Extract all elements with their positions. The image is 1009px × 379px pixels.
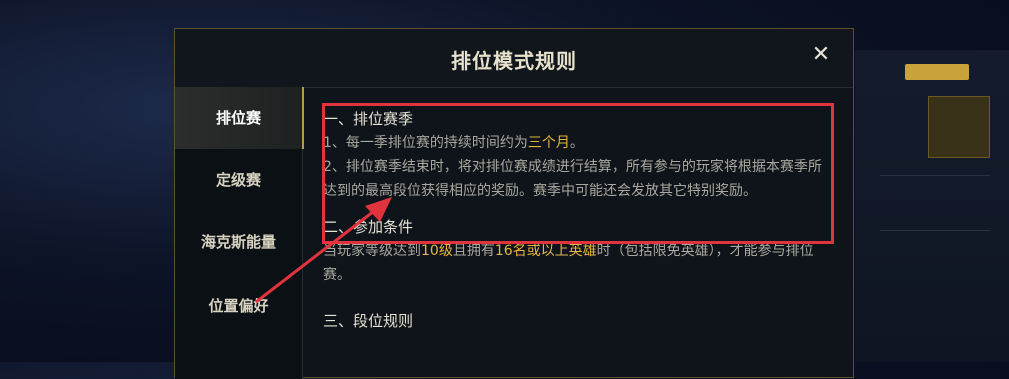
rules-modal: 排位模式规则 ✕ 排位赛 定级赛 海克斯能量 位置偏好 一、排位赛季 1、每一季… bbox=[174, 28, 854, 379]
rule-paragraph: 2、排位赛季结束时，将对排位赛成绩进行结算，所有参与的玩家将根据本赛季所达到的最… bbox=[323, 159, 822, 199]
modal-title: 排位模式规则 bbox=[451, 49, 577, 73]
modal-header: 排位模式规则 ✕ bbox=[175, 29, 853, 88]
sidebar-item-ranked[interactable]: 排位赛 bbox=[175, 87, 304, 149]
rule-paragraph: 当玩家等级达到10级且拥有16名或以上英雄时（包括限免英雄），才能参与排位赛。 bbox=[323, 243, 814, 283]
section-title-ranked-season: 一、排位赛季 bbox=[323, 110, 414, 128]
sidebar-item-position-preference[interactable]: 位置偏好 bbox=[175, 275, 302, 337]
rules-content: 一、排位赛季 1、每一季排位赛的持续时间约为三个月。 2、排位赛季结束时，将对排… bbox=[323, 107, 833, 333]
rules-sidebar: 排位赛 定级赛 海克斯能量 位置偏好 bbox=[175, 87, 304, 379]
sidebar-item-placement[interactable]: 定级赛 bbox=[175, 149, 302, 211]
highlight-text: 16名或以上英雄 bbox=[494, 243, 597, 259]
background-divider bbox=[880, 230, 990, 231]
background-divider bbox=[880, 175, 990, 176]
rule-paragraph: 1、每一季排位赛的持续时间约为三个月。 bbox=[323, 135, 584, 151]
background-badge bbox=[905, 64, 969, 80]
highlight-text: 三个月 bbox=[527, 135, 570, 151]
section-title-requirements: 二、参加条件 bbox=[323, 218, 414, 236]
highlight-text: 10级 bbox=[421, 243, 453, 259]
close-icon[interactable]: ✕ bbox=[809, 43, 833, 67]
sidebar-item-hextech-energy[interactable]: 海克斯能量 bbox=[175, 211, 302, 273]
background-card bbox=[928, 96, 990, 158]
section-title-tier-rules: 三、段位规则 bbox=[323, 312, 414, 330]
